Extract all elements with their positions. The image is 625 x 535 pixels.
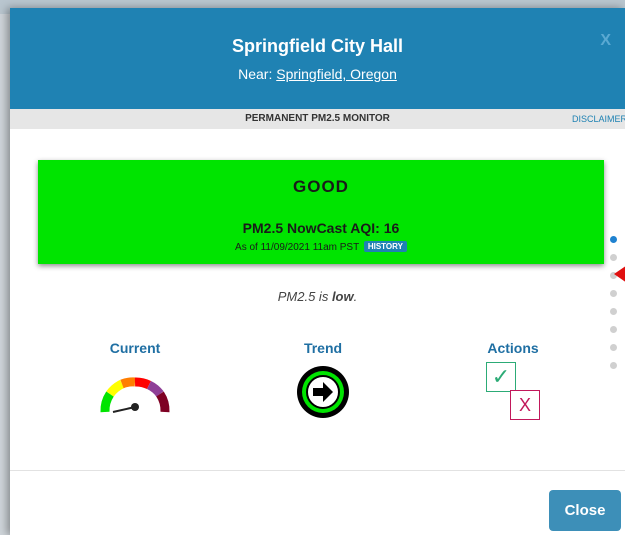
indicator-label: Current bbox=[109, 340, 161, 356]
dialog-header: Springfield City Hall Near: Springfield,… bbox=[10, 8, 625, 109]
indicator-label: Trend bbox=[303, 340, 343, 356]
pager-dot-4[interactable] bbox=[610, 290, 617, 297]
monitor-type-bar: PERMANENT PM2.5 MONITOR DISCLAIMER bbox=[10, 109, 625, 129]
aqi-value: PM2.5 NowCast AQI: 16 bbox=[242, 220, 400, 236]
close-icon[interactable]: X bbox=[600, 32, 611, 50]
status-suffix: . bbox=[353, 289, 358, 304]
aqi-timestamp: As of 11/09/2021 11am PST HISTORY bbox=[38, 241, 604, 253]
aqi-category: GOOD bbox=[293, 177, 349, 196]
monitor-type-label: PERMANENT PM2.5 MONITOR bbox=[245, 113, 390, 124]
check-box-icon: ✓ bbox=[486, 362, 516, 392]
pager-dot-2[interactable] bbox=[610, 254, 617, 261]
arrow-right-circle-icon bbox=[253, 364, 393, 425]
as-of-text: As of 11/09/2021 11am PST bbox=[235, 242, 360, 253]
location-link[interactable]: Springfield, Oregon bbox=[276, 66, 397, 82]
site-location: Near: Springfield, Oregon bbox=[10, 66, 625, 82]
status-prefix: PM2.5 is bbox=[277, 289, 332, 304]
site-title: Springfield City Hall bbox=[231, 36, 404, 56]
pager-dot-5[interactable] bbox=[610, 308, 617, 315]
status-level: low bbox=[331, 289, 354, 304]
footer-divider bbox=[10, 470, 625, 471]
monitor-dialog: Springfield City Hall Near: Springfield,… bbox=[10, 8, 625, 535]
history-button[interactable]: HISTORY bbox=[363, 241, 407, 252]
pager-dot-1[interactable] bbox=[610, 236, 617, 243]
indicator-actions[interactable]: Actions ✓ X bbox=[443, 340, 583, 426]
near-prefix: Near: bbox=[238, 66, 277, 82]
aqi-status-box: GOOD PM2.5 NowCast AQI: 16 As of 11/09/2… bbox=[38, 160, 604, 264]
check-x-icon: ✓ X bbox=[483, 362, 543, 426]
indicator-label: Actions bbox=[487, 340, 539, 356]
pollutant-status: PM2.5 is low. bbox=[10, 289, 625, 304]
pager-dot-8[interactable] bbox=[610, 362, 617, 369]
pager-dot-7[interactable] bbox=[610, 344, 617, 351]
indicator-trend[interactable]: Trend bbox=[253, 340, 393, 425]
x-box-icon: X bbox=[510, 390, 540, 420]
pager-dot-6[interactable] bbox=[610, 326, 617, 333]
pointer-arrow-icon bbox=[614, 263, 625, 285]
close-button[interactable]: Close bbox=[549, 490, 621, 531]
aqi-gauge-icon bbox=[65, 364, 205, 425]
disclaimer-link[interactable]: DISCLAIMER bbox=[572, 109, 625, 129]
indicator-current[interactable]: Current bbox=[65, 340, 205, 425]
